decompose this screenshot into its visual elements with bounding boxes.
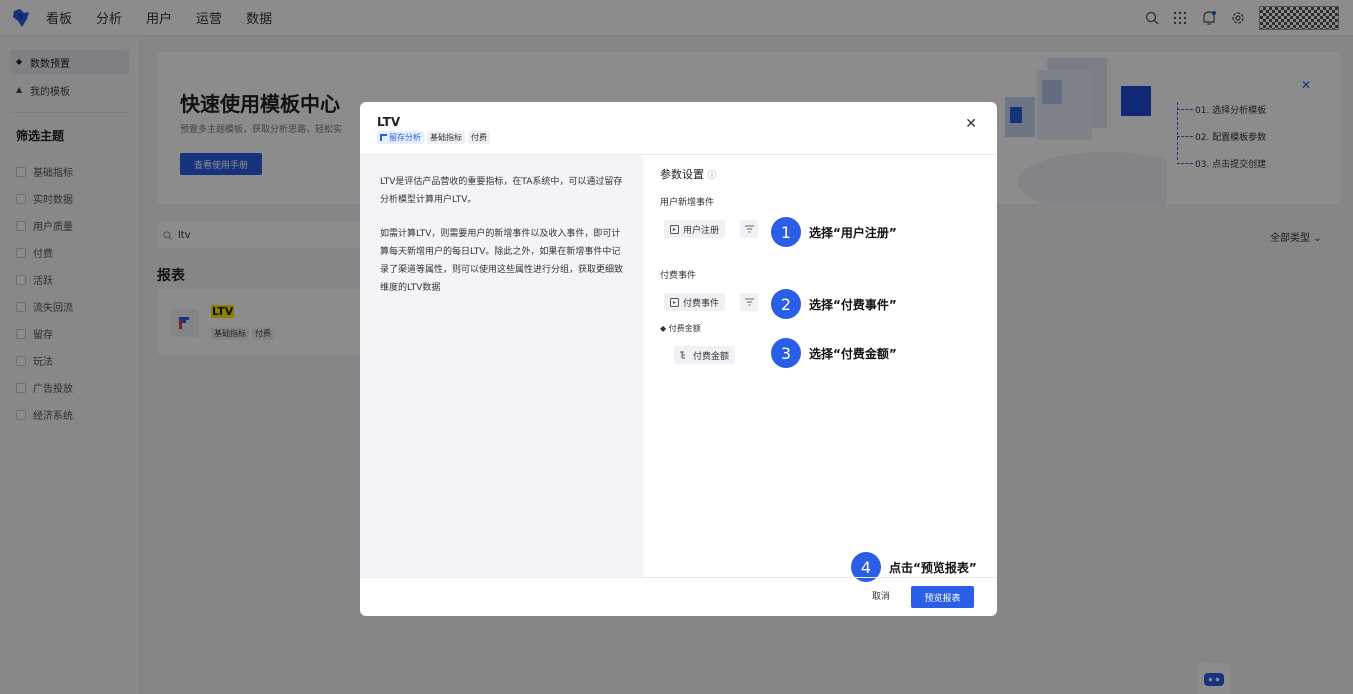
property-icon	[680, 351, 689, 359]
modal-footer: 取消 预览报表	[360, 577, 997, 616]
event-icon	[670, 224, 679, 234]
modal-description: LTV是评估产品营收的重要指标，在TA系统中，可以通过留存分析模型计算用户LTV…	[360, 155, 643, 577]
info-icon[interactable]: ⓘ	[708, 171, 717, 181]
amount-label: ◆ 付费金额	[660, 324, 701, 333]
modal-title: LTV	[377, 115, 401, 129]
modal-tags: 留存分析 基础指标 付费	[377, 131, 490, 144]
filter-icon[interactable]	[740, 293, 758, 311]
filter-icon[interactable]	[740, 220, 758, 238]
retention-icon	[380, 134, 387, 141]
amount-select[interactable]: 付费金额	[674, 346, 736, 364]
close-icon[interactable]: ✕	[965, 116, 977, 132]
param-title: 参数设置 ⓘ	[660, 168, 717, 181]
tag-basic: 基础指标	[427, 131, 465, 144]
description-paragraph: LTV是评估产品营收的重要指标，在TA系统中，可以通过留存分析模型计算用户LTV…	[380, 177, 623, 205]
new-event-label: 用户新增事件	[660, 198, 715, 208]
callout-step-1: 1 选择“用户注册”	[771, 217, 897, 247]
new-event-select[interactable]: 用户注册	[664, 220, 726, 238]
callout-step-2: 2 选择“付费事件”	[771, 289, 897, 319]
modal-header: LTV 留存分析 基础指标 付费 ✕	[360, 102, 997, 155]
preview-report-button[interactable]: 预览报表	[911, 586, 974, 608]
template-modal: LTV 留存分析 基础指标 付费 ✕ LTV是评估产品营收的重要指标，在TA系统…	[360, 102, 997, 616]
tag-payment: 付费	[468, 131, 490, 144]
callout-step-3: 3 选择“付费金额”	[771, 338, 897, 368]
pay-event-label: 付费事件	[660, 271, 697, 281]
param-panel: 参数设置 ⓘ 用户新增事件 用户注册 1 选择“用户注册” 付费事件 付费事件 …	[643, 155, 997, 582]
cancel-button[interactable]: 取消	[872, 589, 890, 602]
event-icon	[670, 297, 679, 307]
pay-event-select[interactable]: 付费事件	[664, 293, 726, 311]
tag-retention: 留存分析	[377, 131, 424, 144]
description-paragraph: 如需计算LTV，则需要用户的新增事件以及收入事件，即可计算每天新增用户的每日LT…	[380, 229, 624, 293]
